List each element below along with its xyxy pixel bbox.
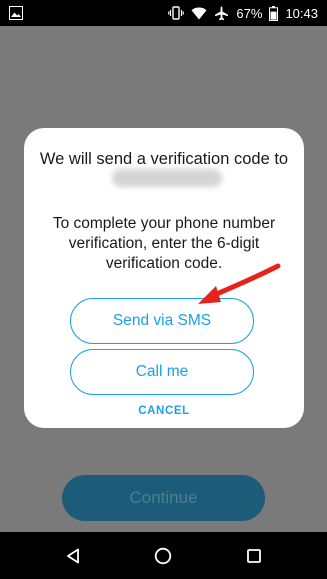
recent-apps-icon[interactable] [239, 541, 269, 571]
home-icon[interactable] [148, 541, 178, 571]
airplane-mode-icon [214, 6, 229, 21]
dialog-title: We will send a verification code to [39, 150, 289, 168]
annotation-arrow-icon [198, 263, 281, 304]
call-me-button[interactable]: Call me [70, 349, 254, 395]
battery-icon [269, 5, 279, 21]
redacted-phone-number [112, 169, 222, 187]
clock: 10:43 [285, 5, 318, 21]
cancel-button[interactable]: CANCEL [24, 405, 304, 417]
battery-percent: 67% [236, 5, 263, 21]
wifi-icon [191, 7, 207, 20]
vibrate-icon [168, 6, 185, 20]
status-bar: 67% 10:43 [0, 0, 327, 26]
back-icon[interactable] [58, 541, 88, 571]
continue-button[interactable]: Continue [62, 475, 265, 521]
system-nav-bar [0, 532, 327, 579]
image-notification-icon [9, 6, 23, 20]
